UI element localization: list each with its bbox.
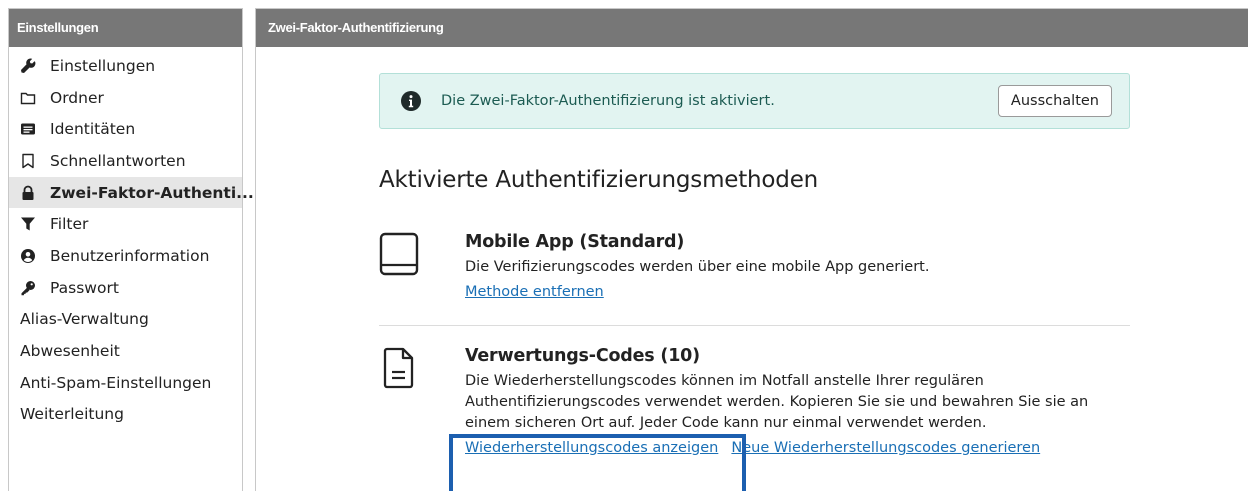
remove-method-link[interactable]: Methode entfernen — [465, 284, 604, 300]
sidebar-item-anti-spam[interactable]: Anti-Spam-Einstellungen — [9, 367, 242, 399]
folder-icon — [20, 90, 36, 106]
info-icon — [401, 91, 421, 111]
generate-recovery-codes-link[interactable]: Neue Wiederherstellungscodes generieren — [731, 440, 1040, 456]
method-divider — [379, 325, 1130, 326]
lock-icon — [20, 185, 36, 201]
method-description: Die Wiederherstellungscodes können im No… — [465, 373, 1089, 431]
bookmark-icon — [20, 153, 36, 169]
settings-sidebar: Einstellungen Einstellungen Ordner Ident… — [8, 8, 254, 491]
sidebar-item-zwei-faktor[interactable]: Zwei-Faktor-Authenti... — [9, 176, 254, 209]
sidebar-item-label: Weiterleitung — [20, 405, 124, 424]
sidebar-item-label: Ordner — [50, 88, 104, 107]
key-icon — [20, 280, 36, 296]
section-title: Aktivierte Authentifizierungsmethoden — [379, 167, 819, 193]
sidebar-item-alias-verwaltung[interactable]: Alias-Verwaltung — [9, 304, 242, 336]
disable-2fa-button[interactable]: Ausschalten — [997, 85, 1112, 117]
sidebar-item-label: Zwei-Faktor-Authenti... — [50, 183, 254, 202]
alert-message: Die Zwei-Faktor-Authentifizierung ist ak… — [441, 93, 775, 109]
sidebar-item-label: Abwesenheit — [20, 342, 120, 361]
method-body: Mobile App (Standard) Die Verifizierungs… — [465, 232, 1125, 300]
user-circle-icon — [20, 248, 36, 264]
sidebar-item-label: Benutzerinformation — [50, 246, 210, 265]
method-title: Mobile App (Standard) — [465, 232, 685, 252]
method-title: Verwertungs-Codes (10) — [465, 346, 700, 366]
sidebar-item-passwort[interactable]: Passwort — [9, 272, 242, 304]
sidebar-item-label: Identitäten — [50, 120, 136, 139]
panel-title: Zwei-Faktor-Authentifizierung — [256, 9, 1248, 47]
sidebar-item-benutzerinformation[interactable]: Benutzerinformation — [9, 240, 242, 272]
method-body: Verwertungs-Codes (10) Die Wiederherstel… — [465, 346, 1125, 456]
sidebar-item-label: Alias-Verwaltung — [20, 310, 149, 329]
method-links: Methode entfernen — [465, 281, 1125, 300]
sidebar-item-einstellungen[interactable]: Einstellungen — [9, 50, 242, 82]
tablet-icon — [379, 232, 419, 276]
sidebar-item-label: Einstellungen — [50, 56, 156, 75]
two-factor-panel: Zwei-Faktor-Authentifizierung Die Zwei-F… — [255, 8, 1248, 491]
sidebar-item-label: Passwort — [50, 278, 119, 297]
show-recovery-codes-link[interactable]: Wiederherstellungscodes anzeigen — [465, 440, 718, 456]
sidebar-item-abwesenheit[interactable]: Abwesenheit — [9, 335, 242, 367]
sidebar-item-label: Filter — [50, 215, 89, 234]
settings-nav: Einstellungen Ordner Identitäten Schnell… — [9, 47, 254, 431]
sidebar-item-label: Anti-Spam-Einstellungen — [20, 373, 212, 392]
filter-icon — [20, 216, 36, 232]
status-alert: Die Zwei-Faktor-Authentifizierung ist ak… — [379, 73, 1130, 129]
method-links: Wiederherstellungscodes anzeigen Neue Wi… — [465, 437, 1125, 456]
sidebar-item-filter[interactable]: Filter — [9, 208, 242, 240]
wrench-icon — [20, 58, 36, 74]
sidebar-item-schnellantworten[interactable]: Schnellantworten — [9, 145, 242, 177]
sidebar-item-identitaeten[interactable]: Identitäten — [9, 113, 242, 145]
sidebar-header: Einstellungen — [9, 9, 242, 47]
sidebar-item-label: Schnellantworten — [50, 151, 186, 170]
id-card-icon — [20, 121, 36, 137]
sidebar-item-weiterleitung[interactable]: Weiterleitung — [9, 399, 242, 431]
method-description: Die Verifizierungscodes werden über eine… — [465, 259, 930, 275]
sidebar-item-ordner[interactable]: Ordner — [9, 82, 242, 114]
document-icon — [379, 346, 419, 390]
